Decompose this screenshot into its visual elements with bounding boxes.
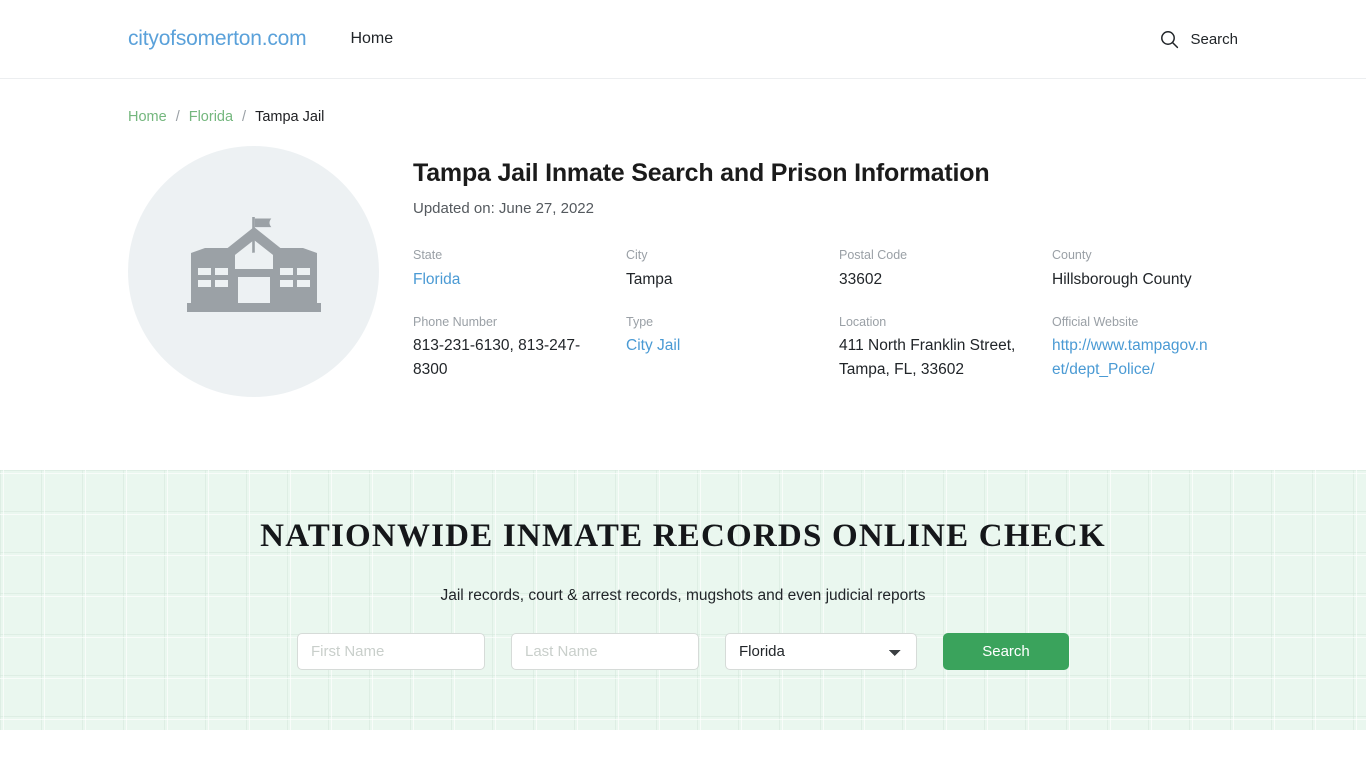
info-field-city: City Tampa bbox=[626, 247, 839, 292]
site-header: cityofsomerton.com Home Search bbox=[0, 0, 1366, 79]
info-label: Type bbox=[626, 314, 654, 329]
info-field-phone-number: Phone Number 813-231-6130, 813-247-8300 bbox=[413, 314, 626, 383]
info-field-type: Type City Jail bbox=[626, 314, 839, 383]
info-value: Florida bbox=[413, 268, 598, 292]
promo-banner: NATIONWIDE INMATE RECORDS ONLINE CHECK J… bbox=[0, 470, 1366, 730]
breadcrumb-separator: / bbox=[242, 109, 247, 125]
info-value: 33602 bbox=[839, 270, 883, 288]
promo-subtitle: Jail records, court & arrest records, mu… bbox=[440, 587, 926, 604]
main-nav: Home bbox=[348, 26, 395, 52]
info-label: Phone Number bbox=[413, 314, 498, 329]
info-value: 813-231-6130, 813-247-8300 bbox=[413, 337, 581, 379]
facility-image bbox=[128, 146, 379, 397]
site-brand-link[interactable]: cityofsomerton.com bbox=[128, 27, 307, 51]
info-value: http://www.tampagov.net/dept_Police/ bbox=[1052, 334, 1210, 382]
info-value: City Jail bbox=[626, 334, 811, 358]
info-label: Location bbox=[839, 314, 887, 329]
info-label: County bbox=[1052, 248, 1092, 262]
info-label: State bbox=[413, 248, 443, 262]
info-field-state: State Florida bbox=[413, 247, 626, 292]
state-link[interactable]: Florida bbox=[413, 271, 460, 288]
info-field-county: County Hillsborough County bbox=[1052, 247, 1238, 292]
info-value: 411 North Franklin Street, Tampa, FL, 33… bbox=[839, 337, 1016, 379]
breadcrumb: Home / Florida / Tampa Jail bbox=[0, 79, 1366, 125]
type-link[interactable]: City Jail bbox=[626, 337, 680, 354]
info-field-location: Location 411 North Franklin Street, Tamp… bbox=[839, 314, 1052, 383]
search-icon bbox=[1160, 30, 1179, 49]
breadcrumb-item-home[interactable]: Home bbox=[128, 109, 167, 125]
breadcrumb-separator: / bbox=[175, 109, 180, 125]
info-field-official-website: Official Website http://www.tampagov.net… bbox=[1052, 314, 1238, 383]
header-right: Search bbox=[1160, 30, 1238, 49]
facility-details: Tampa Jail Inmate Search and Prison Info… bbox=[379, 146, 1238, 382]
first-name-input[interactable] bbox=[297, 633, 485, 670]
search-submit-button[interactable]: Search bbox=[943, 633, 1069, 670]
nav-item-home[interactable]: Home bbox=[348, 26, 395, 52]
info-label: City bbox=[626, 248, 648, 262]
header-search-button[interactable]: Search bbox=[1160, 30, 1238, 49]
last-name-input[interactable] bbox=[511, 633, 699, 670]
info-label: Official Website bbox=[1052, 314, 1139, 329]
promo-title: NATIONWIDE INMATE RECORDS ONLINE CHECK bbox=[260, 518, 1106, 554]
updated-date: Updated on: June 27, 2022 bbox=[413, 200, 594, 217]
info-value: Hillsborough County bbox=[1052, 270, 1192, 288]
header-search-label: Search bbox=[1190, 30, 1238, 48]
facility-section: Tampa Jail Inmate Search and Prison Info… bbox=[0, 125, 1366, 397]
breadcrumb-item-current: Tampa Jail bbox=[255, 109, 325, 125]
state-select[interactable]: Florida bbox=[725, 633, 917, 670]
official-website-link[interactable]: http://www.tampagov.net/dept_Police/ bbox=[1052, 337, 1208, 378]
info-value: Tampa bbox=[626, 270, 673, 288]
inmate-search-form: Florida Search bbox=[0, 633, 1366, 670]
info-field-postal-code: Postal Code 33602 bbox=[839, 247, 1052, 292]
facility-info-grid: State Florida City Tampa Postal Code 336… bbox=[413, 247, 1238, 382]
info-label: Postal Code bbox=[839, 248, 908, 262]
page-title: Tampa Jail Inmate Search and Prison Info… bbox=[413, 159, 990, 187]
courthouse-building-icon bbox=[185, 209, 323, 334]
breadcrumb-item-florida[interactable]: Florida bbox=[189, 109, 233, 125]
